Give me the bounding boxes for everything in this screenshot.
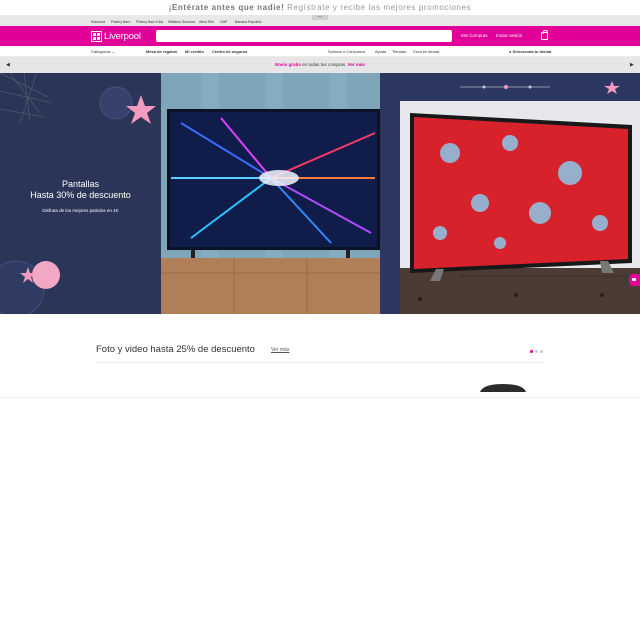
logo-mark-icon	[91, 30, 102, 42]
brand-tab-pottery-barn-kids[interactable]: Pottery Barn Kids	[136, 20, 163, 24]
search-input[interactable]	[156, 30, 452, 42]
nav-stores[interactable]: Tiendas	[392, 49, 406, 54]
brand-mini-tab[interactable]: ***	[312, 15, 328, 20]
store-selector-label: Selecciona tu tienda	[512, 49, 552, 54]
hero-title: Pantallas Hasta 30% de descuento	[0, 179, 161, 201]
shopping-bag-icon[interactable]	[541, 30, 548, 40]
brand-tab-suburbia[interactable]: Suburbia	[91, 20, 105, 24]
hero-tv-image-left	[161, 73, 380, 314]
main-nav: Categorías ⌄ Mesa de regalos Mi crédito …	[0, 46, 640, 57]
brand-tab-williams-sonoma[interactable]: Williams Sonoma	[168, 20, 195, 24]
login-link[interactable]: Iniciar sesión	[496, 33, 522, 38]
carousel-pagination[interactable]	[530, 350, 543, 353]
section-see-more-link[interactable]: Ver más	[271, 347, 289, 353]
brand-tabs: *** Suburbia Pottery Barn Pottery Barn K…	[0, 15, 640, 26]
promo-text: en todas tus compras.	[302, 62, 347, 67]
announcement-bold: ¡Entérate antes que nadie!	[168, 3, 285, 12]
chat-bubble-icon[interactable]	[629, 274, 640, 286]
promo-next-arrow-icon[interactable]: ▶	[630, 57, 634, 73]
promo-prev-arrow-icon[interactable]: ◀	[6, 57, 10, 73]
hero-banner[interactable]: Pantallas Hasta 30% de descuento Disfrut…	[0, 73, 640, 314]
nav-gift-registry[interactable]: Mesa de regalos	[146, 49, 177, 54]
hero-text-panel: Pantallas Hasta 30% de descuento Disfrut…	[0, 73, 161, 314]
section-title: Foto y video hasta 25% de descuento	[96, 344, 255, 355]
brand-tab-gap[interactable]: GAP	[220, 20, 227, 24]
brand-tab-banana-republic[interactable]: Banana Republic	[235, 20, 262, 24]
categories-label: Categorías	[91, 49, 111, 54]
main-header: Liverpool Mis Compras Iniciar sesión	[0, 26, 640, 46]
camera-product-image[interactable]	[478, 382, 528, 394]
promo-highlight: Envío gratis	[275, 62, 301, 67]
promo-link[interactable]: Ver más	[348, 62, 365, 67]
chevron-down-icon: ⌄	[111, 49, 116, 54]
brand-tab-pottery-barn[interactable]: Pottery Barn	[111, 20, 130, 24]
tv-scene-right-icon	[400, 81, 640, 314]
product-row-divider	[0, 397, 640, 398]
nav-in-store[interactable]: Crea en tienda	[413, 49, 439, 54]
brand-tab-west-elm[interactable]: West Elm	[199, 20, 214, 24]
hero-subtitle: Disfruta de los mejores partidos en 4K	[42, 208, 119, 213]
announcement-bar[interactable]: ¡Entérate antes que nadie! Regístrate y …	[0, 0, 640, 16]
carousel-dot[interactable]	[535, 350, 538, 353]
tv-scene-left-icon	[161, 73, 380, 314]
nav-help[interactable]: Ayuda	[375, 49, 386, 54]
logo-text: Liverpool	[104, 30, 141, 42]
hero-title-line2: Hasta 30% de descuento	[30, 190, 131, 200]
promo-strip: ◀ Envío gratis en todas tus compras. Ver…	[0, 57, 640, 73]
my-purchases-link[interactable]: Mis Compras	[461, 33, 488, 38]
section-divider	[96, 362, 544, 363]
announcement-text: Regístrate y recibe las mejores promocio…	[287, 3, 472, 12]
carousel-dot-active[interactable]	[530, 350, 533, 353]
liverpool-logo[interactable]: Liverpool	[91, 29, 141, 43]
location-pin-icon: ●	[509, 49, 512, 54]
categories-menu[interactable]: Categorías ⌄	[91, 49, 115, 54]
nav-insurance[interactable]: Centro de seguros	[212, 49, 247, 54]
carousel-dot[interactable]	[540, 350, 543, 353]
hero-tv-image-right	[380, 73, 640, 314]
hero-title-line1: Pantallas	[61, 179, 100, 189]
store-selector[interactable]: ● Selecciona tu tienda	[509, 49, 551, 54]
nav-my-credit[interactable]: Mi crédito	[185, 49, 204, 54]
nav-raffles[interactable]: Sorteos o Concursos	[328, 49, 365, 54]
